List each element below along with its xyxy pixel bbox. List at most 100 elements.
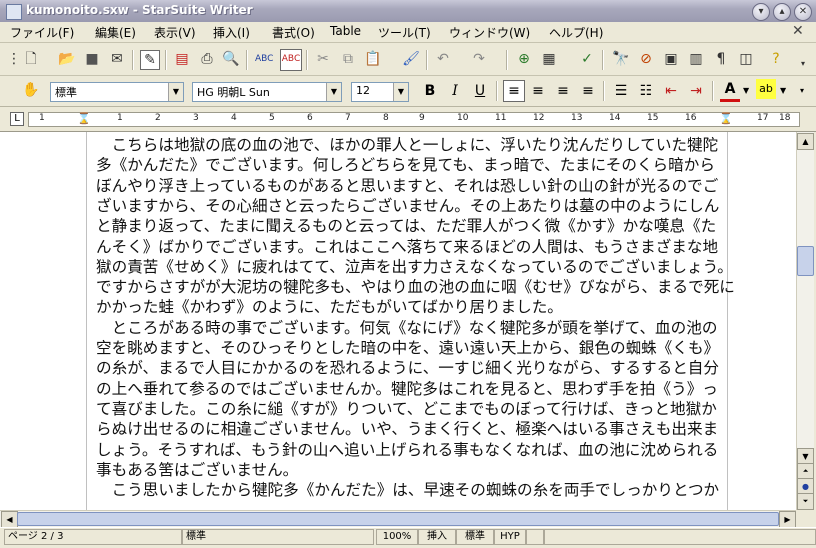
bullets-icon[interactable]: ☷ (636, 81, 656, 101)
text-line[interactable]: こう思いましたから犍陀多《かんだた》は、早速その蜘蛛の糸を両手でしっかりとつか (96, 481, 720, 500)
status-zoom[interactable]: 100% (376, 529, 418, 545)
menu-table[interactable]: Table (330, 24, 361, 38)
text-line[interactable]: しょう。そうすれば、もう針の山へ追い上げられる事もなくなれば、血の池に沈められる (96, 441, 718, 460)
chevron-down-icon[interactable]: ▼ (393, 83, 408, 101)
ruler-number: 2 (155, 113, 161, 123)
maximize-button[interactable]: ▴ (773, 3, 791, 21)
text-line[interactable]: の上へ垂れて参るのではございませんか。犍陀多はこれを見ると、思わず手を拍《う》っ (96, 380, 718, 399)
formatting-marks-icon[interactable]: ¶ (712, 50, 730, 68)
toolbar-overflow-icon[interactable]: ▾ (800, 86, 804, 95)
find-replace-icon[interactable]: 🔭 (612, 50, 630, 68)
paragraph-style-combo[interactable]: 標準 ▼ (50, 82, 184, 102)
right-indent-marker-icon[interactable]: ⌛ (719, 112, 733, 125)
menu-view[interactable]: 表示(V) (154, 24, 196, 41)
help-icon[interactable]: ? (767, 50, 785, 68)
font-name-combo[interactable]: HG 明朝L Sun ▼ (192, 82, 342, 102)
open-folder-icon[interactable]: 📂 (58, 50, 76, 68)
highlighting-icon[interactable]: ab (756, 79, 776, 99)
spellcheck-icon[interactable]: ABC (255, 50, 273, 68)
print-icon[interactable]: ⎙ (198, 50, 216, 68)
text-line[interactable]: んそく》ばかりでございます。これはここへ落ちて来るほどの人間は、もうさまざまな地 (96, 238, 718, 257)
align-justify-icon[interactable]: ≡ (578, 81, 598, 101)
text-line[interactable]: ところがある時の事でございます。何気《なにげ》なく犍陀多が頭を挙げて、血の池の (96, 319, 718, 338)
text-line[interactable]: ですからさすがが大泥坊の犍陀多も、やはり血の池の血に咽《むせ》びながら、まるで死… (96, 278, 735, 297)
menu-file[interactable]: ファイル(F) (10, 24, 74, 41)
text-line[interactable]: と静まり返って、たまに聞えるものと云っては、ただ罪人がつく微《かす》かな嘆息《た (96, 217, 716, 236)
text-line[interactable]: て喜びました。この糸に縋《すが》りついて、どこまでものぼって行けば、きっと地獄か (96, 400, 717, 419)
hyperlink-icon[interactable]: ⊕ (515, 50, 533, 68)
table-icon[interactable]: ▦ (540, 50, 558, 68)
increase-indent-icon[interactable]: ⇥ (686, 81, 706, 101)
vertical-scroll-thumb[interactable] (797, 246, 814, 276)
save-icon[interactable]: ■ (83, 50, 101, 68)
menu-help[interactable]: ヘルプ(H) (549, 24, 603, 41)
menu-insert[interactable]: 挿入(I) (213, 24, 250, 41)
italic-button[interactable]: I (445, 81, 465, 101)
text-line[interactable]: こちらは地獄の底の血の池で、ほかの罪人と一しょに、浮いたり沈んだりしていた犍陀 (96, 136, 719, 155)
paste-icon[interactable]: 📋 (364, 50, 382, 68)
underline-button[interactable]: U (470, 81, 490, 101)
align-center-icon[interactable]: ≡ (528, 81, 548, 101)
status-hyperlink-mode[interactable]: HYP (494, 529, 526, 545)
new-document-icon[interactable]: 🗋 (22, 50, 40, 68)
text-line[interactable]: ざいますから、その心細さと云ったらございません。その上あたりは墓の中のようにしん (96, 197, 719, 216)
scroll-right-icon[interactable]: ▶ (779, 511, 796, 528)
chevron-down-icon[interactable]: ▼ (168, 83, 183, 101)
paragraph-style-value: 標準 (55, 86, 77, 99)
ruler-strip[interactable]: 1 ⌛ 1 2 3 4 5 6 7 8 9 10 11 12 13 14 15 … (28, 112, 800, 127)
edit-file-icon[interactable]: ✎ (140, 50, 160, 70)
chevron-down-icon[interactable]: ▼ (326, 83, 341, 101)
menu-format[interactable]: 書式(O) (272, 24, 315, 41)
numbering-icon[interactable]: ☰ (611, 81, 631, 101)
text-line[interactable]: 空を眺めますと、そのひっそりとした暗の中を、遠い遠い天上から、銀色の蜘蛛《くも》 (96, 339, 719, 358)
menu-window[interactable]: ウィンドウ(W) (449, 24, 530, 41)
undo-icon[interactable]: ↶ (434, 50, 452, 68)
bold-button[interactable]: B (420, 81, 440, 101)
align-left-icon[interactable]: ≡ (503, 80, 525, 102)
status-selection-mode[interactable]: 標準 (456, 529, 494, 545)
font-size-combo[interactable]: 12 ▼ (351, 82, 409, 102)
format-paintbrush-icon[interactable]: 🖌 (402, 50, 420, 68)
show-draw-functions-icon[interactable]: ✓ (578, 50, 596, 68)
status-page-style[interactable]: 標準 (182, 529, 374, 545)
mail-icon[interactable]: ✉ (108, 50, 126, 68)
redo-icon[interactable]: ↷ (470, 50, 488, 68)
ruler-number: 14 (609, 113, 621, 123)
font-color-icon[interactable]: A (720, 79, 740, 102)
text-line[interactable]: かかった蛙《かわず》のように、ただもがいてばかり居りました。 (96, 298, 563, 317)
auto-spellcheck-icon[interactable]: ABC (280, 49, 302, 71)
text-line[interactable]: ぼんやり浮き上っているものがあると思いますと、それは恐しい針の山の針が光るのでご (96, 177, 718, 196)
status-page[interactable]: ページ 2 / 3 (4, 529, 182, 545)
gallery-icon[interactable]: ▣ (662, 50, 680, 68)
scroll-left-icon[interactable]: ◀ (1, 511, 18, 528)
decrease-indent-icon[interactable]: ⇤ (661, 81, 681, 101)
tab-type-selector-icon[interactable]: L (10, 112, 24, 126)
export-pdf-icon[interactable]: ▤ (173, 50, 191, 68)
toolbar-overflow-icon[interactable]: ▾ (794, 55, 812, 73)
menu-edit[interactable]: 編集(E) (95, 24, 136, 41)
text-line[interactable]: らぬけ出せるのに相違ございません。いや、うまく行くと、極楽へはいる事さえも出来ま (96, 420, 718, 439)
chevron-down-icon[interactable]: ▼ (780, 86, 786, 95)
print-preview-icon[interactable]: 🔍 (222, 50, 240, 68)
scroll-up-icon[interactable]: ▲ (797, 133, 814, 150)
menu-tools[interactable]: ツール(T) (378, 24, 431, 41)
next-page-icon[interactable]: ⏷ (797, 493, 814, 510)
align-right-icon[interactable]: ≡ (553, 81, 573, 101)
text-line[interactable]: 獄の責苦《せめく》に疲れはてて、泣声を出す力さえなくなっているのでございましょう… (96, 258, 733, 277)
chevron-down-icon[interactable]: ▼ (743, 86, 749, 95)
cut-icon[interactable]: ✂ (314, 50, 332, 68)
text-line[interactable]: の糸が、まるで人目にかかるのを恐れるように、一すじ細く光りながら、するすると自分 (96, 359, 719, 378)
close-button[interactable]: ✕ (794, 3, 812, 21)
document-close-icon[interactable]: ✕ (792, 23, 804, 39)
status-insert-mode[interactable]: 挿入 (418, 529, 456, 545)
data-sources-icon[interactable]: ▥ (687, 50, 705, 68)
copy-icon[interactable]: ⧉ (339, 50, 357, 68)
horizontal-scroll-thumb[interactable] (17, 512, 779, 526)
navigator-icon[interactable]: ⊘ (637, 50, 655, 68)
text-line[interactable]: 事もある筈はございません。 (96, 461, 298, 480)
zoom-icon[interactable]: ◫ (737, 50, 755, 68)
styles-formatting-icon[interactable]: ✋ (22, 81, 40, 99)
minimize-button[interactable]: ▾ (752, 3, 770, 21)
text-line[interactable]: 多《かんだた》でございます。何しろどちらを見ても、まっ暗で、たまにそのくら暗から (96, 156, 715, 175)
first-line-indent-marker-icon[interactable]: ⌛ (77, 112, 91, 125)
